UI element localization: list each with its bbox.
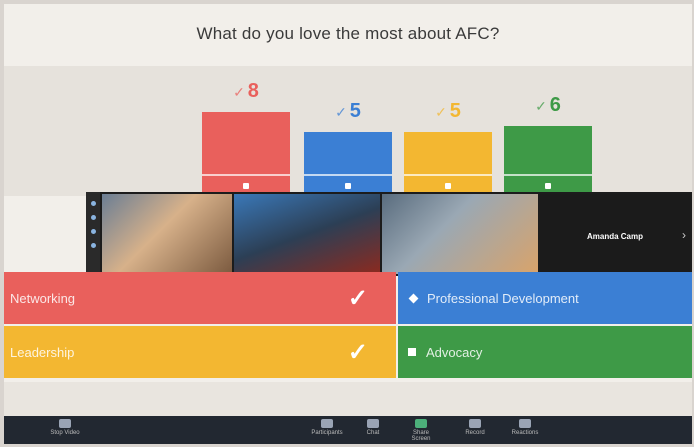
share-screen-button[interactable]: Share Screen: [404, 419, 438, 442]
bar-advocacy: [504, 126, 592, 196]
reactions-button[interactable]: Reactions: [508, 419, 542, 436]
presentation-screen: What do you love the most about AFC? ✓ 8 …: [4, 4, 692, 444]
count-advocacy: ✓ 6: [535, 94, 561, 116]
participants-button[interactable]: Participants: [310, 419, 344, 436]
check-icon: ✓: [347, 284, 368, 312]
video-tile-active[interactable]: Amanda Camp ›: [540, 194, 690, 274]
check-icon: ✓: [233, 84, 245, 100]
option-label: Networking: [10, 290, 76, 306]
stop-video-button[interactable]: Stop Video: [48, 419, 82, 436]
option-professional-development[interactable]: Professional Development: [398, 272, 692, 324]
square-icon: [408, 348, 416, 356]
participants-icon: [321, 419, 333, 428]
diamond-icon: [408, 293, 419, 303]
video-tile[interactable]: [382, 194, 538, 274]
count-leadership: ✓ 5: [435, 100, 461, 122]
option-label: Advocacy: [426, 344, 483, 360]
record-button[interactable]: Record: [458, 419, 492, 436]
bar-professional-development: [304, 132, 392, 196]
option-advocacy[interactable]: Advocacy: [398, 326, 692, 378]
strip-nav[interactable]: [86, 192, 100, 276]
diamond-icon: [345, 183, 351, 189]
bar-networking: [202, 112, 290, 196]
chevron-right-icon[interactable]: ›: [682, 228, 686, 242]
count-professional-development: ✓ 5: [335, 100, 361, 122]
check-icon: ✓: [535, 98, 547, 114]
option-label: Professional Development: [427, 290, 579, 306]
check-icon: ✓: [435, 104, 447, 120]
video-tile[interactable]: [234, 194, 380, 274]
participant-name: Amanda Camp: [586, 232, 643, 241]
share-screen-icon: [415, 419, 427, 428]
meeting-toolbar: Stop Video Participants Chat Share Scree…: [4, 416, 692, 444]
video-strip: Amanda Camp ›: [86, 192, 692, 276]
poll-question: What do you love the most about AFC?: [196, 24, 500, 43]
chat-button[interactable]: Chat: [356, 419, 390, 436]
count-networking: ✓ 8: [233, 80, 259, 102]
option-leadership[interactable]: Leadership ✓: [4, 326, 396, 378]
results-band: ✓ 8 ✓ 5 ✓ 5 ✓ 6: [4, 66, 692, 196]
square-icon: [445, 183, 451, 189]
video-tile[interactable]: [102, 194, 232, 274]
diamond-icon: [243, 183, 249, 189]
record-icon: [469, 419, 481, 428]
square-icon: [545, 183, 551, 189]
reactions-icon: [519, 419, 531, 428]
check-icon: ✓: [347, 338, 368, 366]
video-camera-icon: [59, 419, 71, 428]
status-area: [4, 382, 692, 416]
check-icon: ✓: [335, 104, 347, 120]
chat-icon: [367, 419, 379, 428]
bar-leadership: [404, 132, 492, 196]
option-networking[interactable]: Networking ✓: [4, 272, 396, 324]
option-label: Leadership: [10, 344, 75, 360]
